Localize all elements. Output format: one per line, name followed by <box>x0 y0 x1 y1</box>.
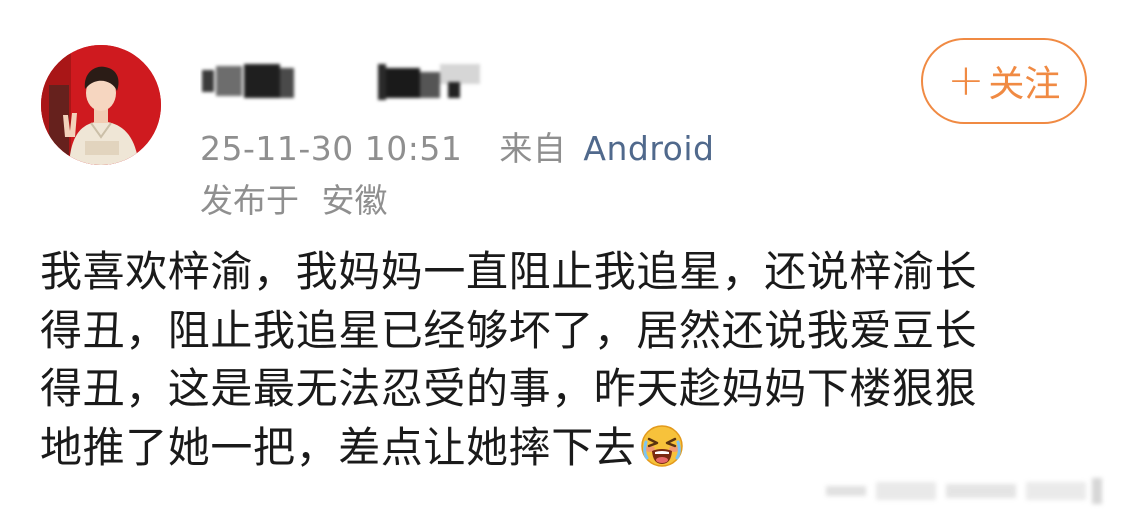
location-label: 发布于 <box>200 181 299 220</box>
content-text: 地推了她一把，差点让她摔下去 <box>40 422 637 472</box>
source-link[interactable]: Android <box>583 129 714 168</box>
username-redacted[interactable] <box>200 58 500 106</box>
content-line: 得丑，阻止我追星已经够坏了，居然还说我爱豆长 <box>40 305 978 355</box>
content-line: 得丑，这是最无法忍受的事，昨天趁妈妈下楼狠狠 <box>40 364 978 413</box>
post-timestamp: 25-11-30 10:51 <box>200 129 463 168</box>
content-line: 我喜欢梓渝，我妈妈一直阻止我追星，还说梓渝长 <box>40 247 978 296</box>
source-label: 来自 <box>499 129 567 168</box>
follow-button[interactable]: + 关注 <box>921 38 1087 124</box>
weibo-post-card: 25-11-30 10:51 来自 Android 发布于 安徽 + 关注 我喜… <box>0 0 1124 519</box>
user-avatar[interactable] <box>41 45 161 165</box>
avatar-photo <box>41 45 161 165</box>
content-line-last: 地推了她一把，差点让她摔下去 <box>40 419 1100 478</box>
post-meta: 25-11-30 10:51 来自 Android <box>200 122 714 170</box>
watermark-redacted <box>816 470 1116 510</box>
post-content: 我喜欢梓渝，我妈妈一直阻止我追星，还说梓渝长 得丑，阻止我追星已经够坏了，居然还… <box>40 243 1100 477</box>
follow-label: 关注 <box>988 64 1061 105</box>
location-value: 安徽 <box>321 181 388 220</box>
redaction-blur <box>202 64 480 100</box>
crying-face-emoji-icon <box>640 424 684 468</box>
watermark-blur <box>826 478 1102 504</box>
post-location: 发布于 安徽 <box>200 174 388 222</box>
plus-icon: + <box>947 55 985 106</box>
